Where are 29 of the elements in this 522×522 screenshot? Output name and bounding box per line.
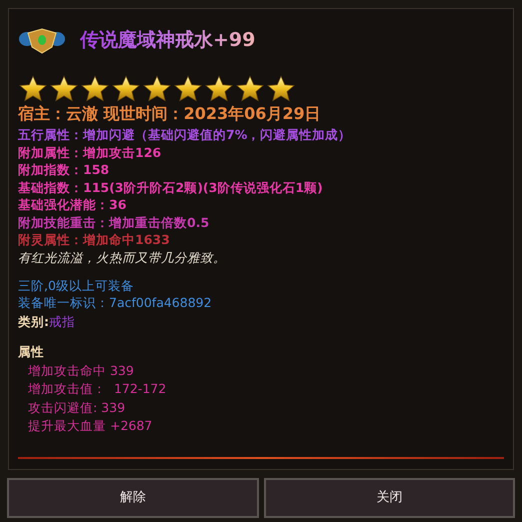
dialog-button[interactable]: 解除 xyxy=(7,478,258,518)
property-line: 增加攻击命中 339 xyxy=(28,362,135,380)
star-icon xyxy=(173,75,203,103)
star-icon xyxy=(49,75,79,103)
properties-heading: 属性 xyxy=(18,342,45,360)
property-line: 增加攻击值： 172-172 xyxy=(28,380,168,398)
attribute-line: 附加技能重击：增加重击倍数0.5 xyxy=(18,214,210,231)
item-description: 有红光流溢，火热而又带几分雅致。 xyxy=(18,248,227,266)
property-line: 提升最大血量 +2687 xyxy=(28,417,154,435)
star-icon xyxy=(111,75,141,103)
star-icon xyxy=(18,75,48,103)
attribute-line: 附灵属性：增加命中1633 xyxy=(18,231,171,248)
attribute-line: 基础指数：115(3阶升阶石2颗)(3阶传说强化石1颗) xyxy=(18,178,324,196)
star-icon xyxy=(266,75,296,103)
dialog-button[interactable]: 关闭 xyxy=(264,478,515,518)
attribute-line: 五行属性：增加闪避（基础闪避值的7%，闪避属性加成） xyxy=(18,126,352,144)
requirement-line: 三阶,0级以上可装备 xyxy=(18,276,135,294)
attribute-line: 基础强化潜能：36 xyxy=(18,196,128,214)
property-line: 攻击闪避值: 339 xyxy=(28,398,126,416)
category-label: 类别: xyxy=(18,312,49,330)
star-icon xyxy=(235,75,265,103)
attribute-line: 附加指数：158 xyxy=(18,161,110,178)
star-icon xyxy=(142,75,172,103)
attribute-line: 附加属性：增加攻击126 xyxy=(18,144,162,161)
star-icon xyxy=(80,75,110,103)
requirement-line: 装备唯一标识：7acf00fa468892 xyxy=(18,294,213,312)
owner-line: 宿主：云澈 现世时间：2023年06月29日 xyxy=(18,103,322,125)
category-value: 戒指 xyxy=(49,312,75,330)
star-icon xyxy=(204,75,234,103)
